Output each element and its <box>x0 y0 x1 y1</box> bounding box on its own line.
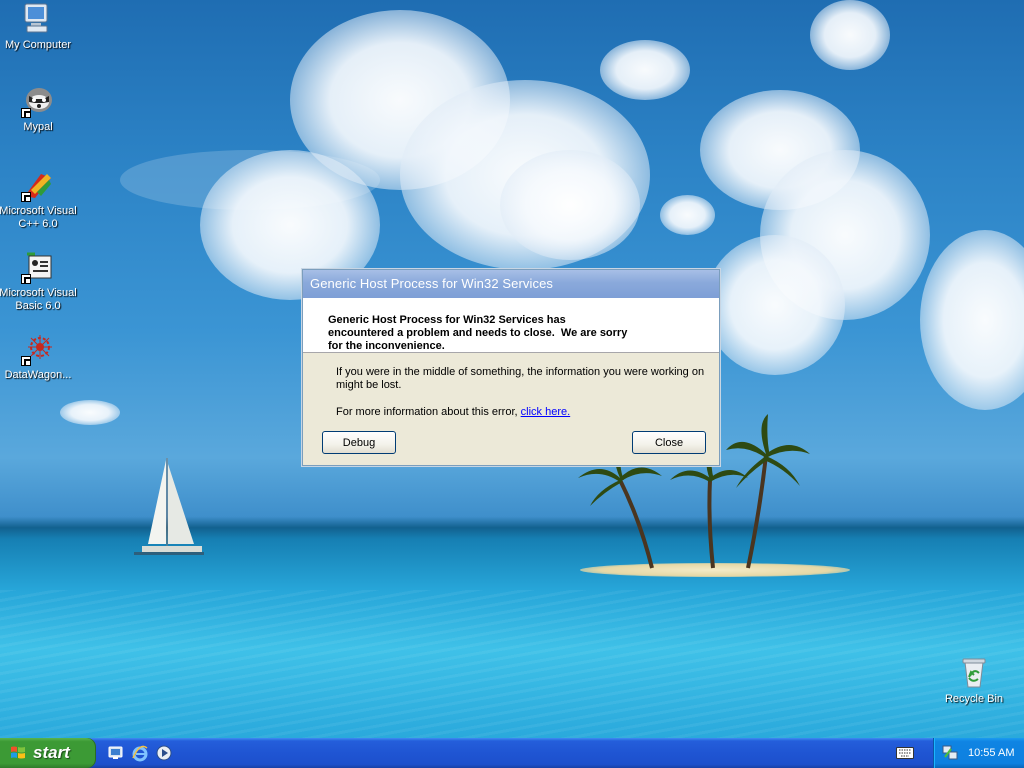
close-button[interactable]: Close <box>632 431 706 454</box>
shortcut-arrow-icon <box>21 356 31 366</box>
taskbar: start 10:55 AM <box>0 738 1024 768</box>
dialog-heading: Generic Host Process for Win32 Services … <box>303 298 719 353</box>
start-button[interactable]: start <box>0 738 96 768</box>
keyboard-language-icon[interactable] <box>896 747 914 759</box>
wallpaper-cloud <box>600 40 690 100</box>
dialog-heading-line: Generic Host Process for Win32 Services … <box>328 314 566 326</box>
desktop-icon-visual-cpp[interactable]: Microsoft Visual C++ 6.0 <box>0 168 80 231</box>
wallpaper-cloud <box>810 0 890 70</box>
shortcut-arrow-icon <box>21 192 31 202</box>
wallpaper-cloud <box>705 235 845 375</box>
desktop-icon-recycle-bin[interactable]: Recycle Bin <box>932 656 1016 706</box>
desktop-icon-visual-basic[interactable]: Microsoft Visual Basic 6.0 <box>0 250 80 313</box>
shortcut-arrow-icon <box>21 274 31 284</box>
desktop-icon-label: DataWagon... <box>4 369 72 381</box>
windows-flag-icon <box>11 746 25 759</box>
dialog-heading-line: encountered a problem and needs to close… <box>328 327 628 339</box>
wallpaper-sea <box>0 590 1024 738</box>
wallpaper-cloud <box>500 150 640 260</box>
start-label: start <box>33 743 70 762</box>
system-tray: 10:55 AM <box>933 738 1024 768</box>
clock[interactable]: 10:55 AM <box>968 738 1014 768</box>
media-player-icon[interactable] <box>155 744 173 762</box>
desktop-icon-label: Microsoft Visual Basic 6.0 <box>0 287 77 312</box>
recycle-bin-icon <box>957 656 991 690</box>
desktop-icon-label: My Computer <box>4 39 72 51</box>
wallpaper-cloud <box>60 400 120 425</box>
dialog-title: Generic Host Process for Win32 Services <box>310 276 554 291</box>
more-info-prefix: For more information about this error, <box>336 406 521 418</box>
mypal-browser-icon <box>21 84 55 118</box>
desktop-icon-mypal[interactable]: Mypal <box>0 84 80 134</box>
internet-explorer-icon[interactable] <box>131 744 149 762</box>
dialog-body-line: If you were in the middle of something, … <box>336 366 705 378</box>
visual-cpp-icon <box>21 168 55 202</box>
show-desktop-icon[interactable] <box>107 744 125 762</box>
visual-basic-icon <box>21 250 55 284</box>
desktop-icon-my-computer[interactable]: My Computer <box>0 2 80 52</box>
datawagon-icon <box>21 332 55 366</box>
shortcut-arrow-icon <box>21 108 31 118</box>
more-info-text: For more information about this error, c… <box>336 406 719 419</box>
network-icon[interactable] <box>942 745 958 761</box>
dialog-heading-line: for the inconvenience. <box>328 340 445 352</box>
my-computer-icon <box>21 2 55 36</box>
error-dialog: Generic Host Process for Win32 Services … <box>302 269 720 466</box>
debug-button[interactable]: Debug <box>322 431 396 454</box>
dialog-body: If you were in the middle of something, … <box>303 353 719 419</box>
click-here-link[interactable]: click here. <box>521 406 571 418</box>
wallpaper-cloud <box>920 230 1024 410</box>
desktop-icon-label: Microsoft Visual C++ 6.0 <box>0 205 77 230</box>
dialog-body-line: might be lost. <box>336 379 402 391</box>
desktop-icon-datawagon[interactable]: DataWagon... <box>0 332 80 382</box>
desktop-icon-label: Recycle Bin <box>944 693 1004 705</box>
desktop-icon-label: Mypal <box>23 121 53 133</box>
wallpaper-cloud <box>660 195 715 235</box>
dialog-title-bar[interactable]: Generic Host Process for Win32 Services <box>303 270 719 298</box>
sailboat-image <box>134 458 204 555</box>
